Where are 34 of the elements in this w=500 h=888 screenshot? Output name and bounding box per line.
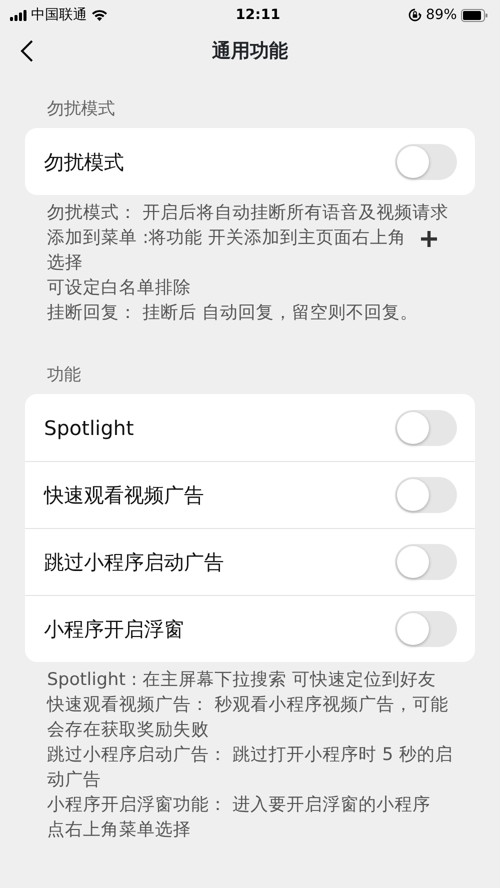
toggle-switch[interactable] — [395, 544, 457, 580]
battery-percent: 89% — [426, 6, 457, 24]
section-header: 功能 — [47, 364, 81, 386]
plus-icon — [420, 230, 438, 248]
back-icon[interactable] — [20, 39, 34, 63]
note-text: 跳过小程序启动广告： 跳过打开小程序时 5 秒的启 — [47, 744, 453, 767]
note-text: 会存在获取奖励失败 — [47, 719, 209, 742]
toggle-switch[interactable] — [395, 144, 457, 180]
battery-icon — [460, 8, 488, 22]
signal-icon — [10, 10, 27, 20]
setting-label: 小程序开启浮窗 — [44, 616, 184, 643]
rotation-lock-icon — [408, 8, 422, 22]
toggle-switch[interactable] — [395, 410, 457, 446]
note-text: 快速观看视频广告： 秒观看小程序视频广告，可能 — [47, 694, 449, 717]
note-text: 添加到菜单 :将功能 开关添加到主页面右上角 — [47, 227, 406, 250]
toggle-switch[interactable] — [395, 477, 457, 513]
setting-label: 勿扰模式 — [44, 148, 124, 176]
toggle-switch[interactable] — [395, 611, 457, 647]
setting-label: 快速观看视频广告 — [44, 482, 204, 509]
note-text: Spotlight : 在主屏幕下拉搜索 可快速定位到好友 — [47, 669, 436, 692]
page-title: 通用功能 — [212, 38, 288, 64]
note-text: 挂断回复： 挂断后 自动回复，留空则不回复。 — [47, 302, 418, 325]
wifi-icon — [91, 9, 108, 21]
note-text: 选择 — [47, 252, 83, 275]
section-header: 勿扰模式 — [47, 98, 115, 120]
note-text: 可设定白名单排除 — [47, 277, 191, 300]
note-text: 小程序开启浮窗功能： 进入要开启浮窗的小程序 — [47, 794, 431, 817]
carrier-name: 中国联通 — [31, 6, 87, 24]
note-text: 点右上角菜单选择 — [47, 819, 191, 842]
setting-label: 跳过小程序启动广告 — [44, 549, 224, 576]
note-text: 勿扰模式： 开启后将自动挂断所有语音及视频请求 — [47, 202, 449, 225]
setting-label: Spotlight — [44, 414, 134, 442]
status-time: 12:11 — [236, 6, 280, 24]
note-text: 动广告 — [47, 769, 101, 792]
